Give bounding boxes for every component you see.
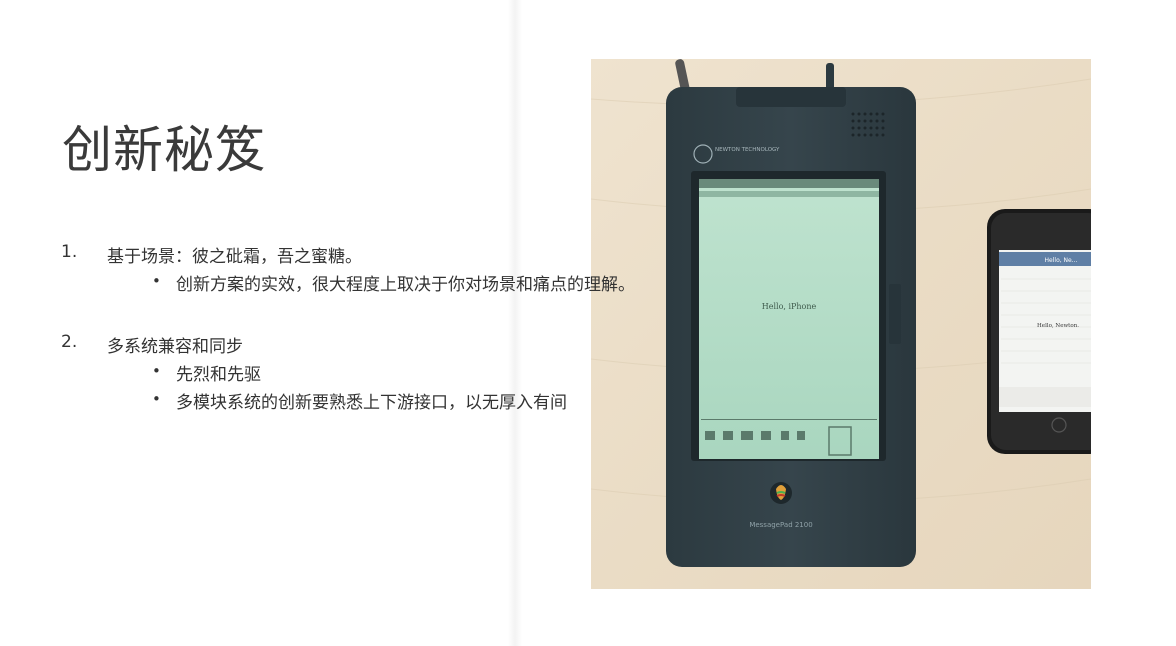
list-item-2-text: 多系统兼容和同步 xyxy=(107,337,243,357)
list-item-2-sub-1: 先烈和先驱 xyxy=(176,365,261,385)
list-number-2: 2. xyxy=(61,332,78,352)
list-item-2-sub-2: 多模块系统的创新要熟悉上下游接口，以无厚入有间 xyxy=(176,393,567,413)
slide: 创新秘笈 NEWTON TECHNOLOGY Hello, iPhone Mes… xyxy=(0,0,1176,646)
content-list: 1. 基于场景：彼之砒霜，吾之蜜糖。 • 创新方案的实效，很大程度上取决于你对场… xyxy=(0,0,1176,646)
bullet-icon: • xyxy=(152,362,161,380)
list-item-1-sub-1: 创新方案的实效，很大程度上取决于你对场景和痛点的理解。 xyxy=(176,275,635,295)
list-item-1-text: 基于场景：彼之砒霜，吾之蜜糖。 xyxy=(107,247,362,267)
list-number-1: 1. xyxy=(61,242,78,262)
bullet-icon: • xyxy=(152,390,161,408)
bullet-icon: • xyxy=(152,272,161,290)
